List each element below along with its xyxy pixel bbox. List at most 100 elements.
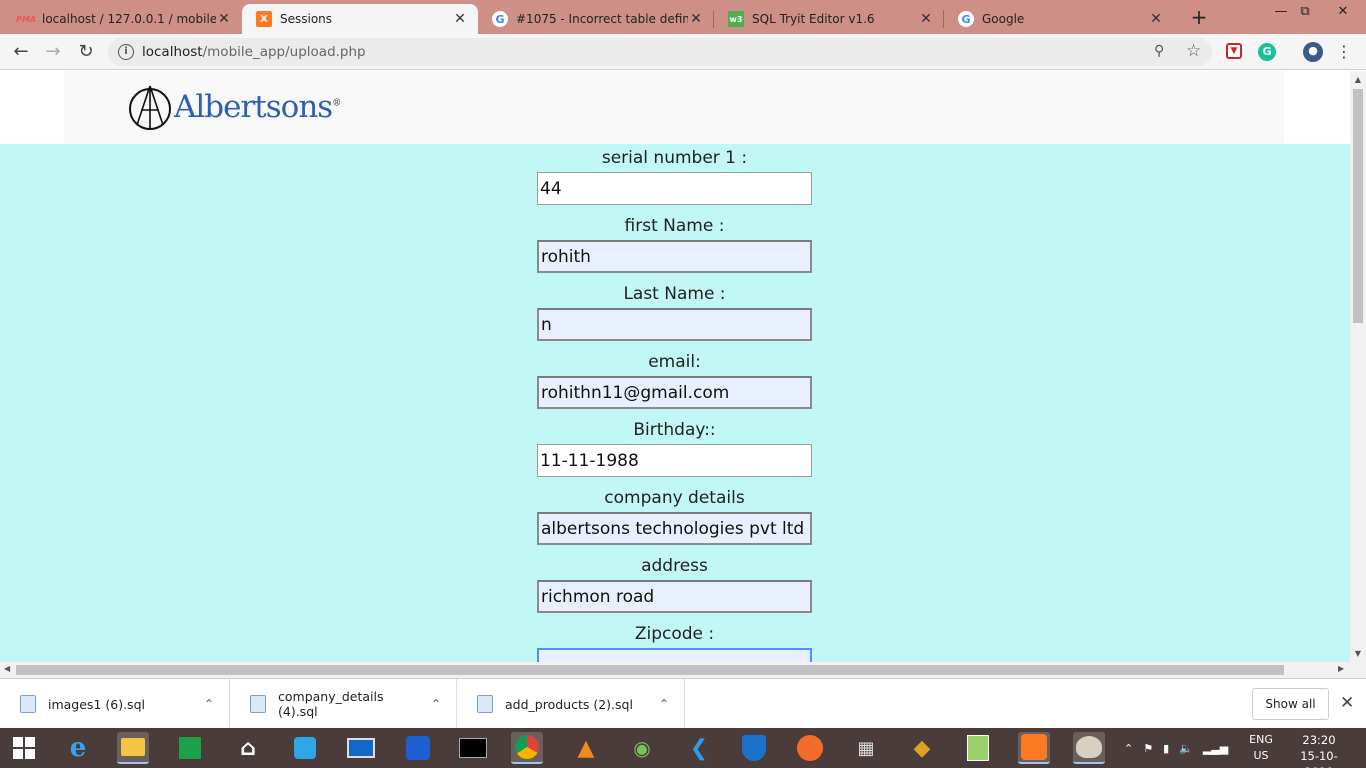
new-tab-button[interactable]: + (1188, 6, 1210, 28)
serial-number-input[interactable] (537, 172, 812, 205)
url-host: localhost (142, 44, 203, 60)
pocket-extension-icon[interactable]: ▼ (1226, 43, 1242, 59)
notepad-plus-icon[interactable] (962, 732, 994, 764)
maxthon-icon[interactable] (402, 732, 434, 764)
flag-icon[interactable]: ⚑ (1143, 742, 1153, 755)
tab-google[interactable]: G Google ✕ (944, 4, 1174, 34)
upload-form: serial number 1 : first Name : Last Name… (537, 144, 812, 662)
internet-explorer-icon[interactable]: e (62, 732, 94, 764)
chevron-up-icon[interactable]: ⌃ (644, 697, 684, 711)
security-shield-icon[interactable] (738, 732, 770, 764)
xampp-taskbar-icon[interactable] (1018, 732, 1050, 764)
chevron-up-icon[interactable]: ⌃ (416, 697, 456, 711)
albertsons-logo: Albertsons® (128, 79, 341, 135)
scroll-up-icon[interactable]: ▲ (1350, 75, 1366, 84)
download-item[interactable]: company_details (4).sql ⌃ (230, 679, 457, 729)
page-header: Albertsons® (0, 71, 1350, 144)
battery-icon[interactable]: ▮ (1163, 742, 1169, 755)
scroll-left-icon[interactable]: ◀ (4, 664, 10, 673)
network-computer-icon[interactable]: ▦ (850, 732, 882, 764)
close-icon[interactable]: ✕ (216, 11, 232, 27)
email-label: email: (648, 352, 701, 372)
birthday-input[interactable] (537, 444, 812, 477)
bookmark-star-icon[interactable]: ☆ (1186, 41, 1201, 61)
address-bar[interactable]: i localhost/mobile_app/upload.php ⚲ ☆ (108, 38, 1212, 66)
forward-icon[interactable]: → (41, 40, 65, 64)
download-filename[interactable]: company_details (4).sql (278, 689, 416, 719)
vlc-icon[interactable]: ▲ (570, 732, 602, 764)
tab-sessions[interactable]: X Sessions ✕ (242, 4, 478, 34)
git-diamond-icon[interactable]: ◆ (906, 732, 938, 764)
url-text[interactable]: localhost/mobile_app/upload.php (142, 44, 366, 60)
tab-title: SQL Tryit Editor v1.6 (752, 12, 875, 26)
close-icon[interactable]: ✕ (688, 11, 704, 27)
window-close-icon[interactable]: ✕ (1320, 0, 1366, 30)
download-filename[interactable]: images1 (6).sql (48, 697, 189, 712)
close-icon[interactable]: ✕ (1148, 11, 1164, 27)
chevron-up-icon[interactable]: ⌃ (189, 697, 229, 711)
last-name-label: Last Name : (623, 284, 726, 304)
tab-incorrect-table[interactable]: G #1075 - Incorrect table definitio ✕ (478, 4, 714, 34)
logo-text: Albertsons® (174, 89, 341, 125)
back-icon[interactable]: ← (9, 40, 33, 64)
tray-expand-icon[interactable]: ⌃ (1124, 742, 1133, 755)
sql-file-icon (250, 695, 266, 713)
tab-strip: PMA localhost / 127.0.0.1 / mobile_ap ✕ … (0, 0, 1366, 34)
header-bar: Albertsons® (64, 71, 1284, 144)
app-store-bag-icon[interactable] (289, 732, 321, 764)
command-prompt-icon[interactable] (457, 732, 489, 764)
close-downloads-icon[interactable]: ✕ (1340, 693, 1354, 713)
company-details-input[interactable] (537, 512, 812, 545)
home-icon[interactable]: ⌂ (232, 732, 264, 764)
horizontal-scroll-thumb[interactable] (16, 665, 1284, 675)
profile-avatar[interactable]: ● (1303, 42, 1323, 62)
download-filename[interactable]: add_products (2).sql (505, 697, 644, 712)
clock-date: 15-10-2019 (1300, 749, 1338, 779)
windows-start-icon[interactable] (8, 732, 40, 764)
tab-sql-tryit[interactable]: w3 SQL Tryit Editor v1.6 ✕ (714, 4, 944, 34)
info-icon[interactable]: i (118, 44, 134, 60)
vertical-scrollbar[interactable]: ▲ ▼ (1350, 71, 1366, 662)
windows-taskbar: e ⌂ ▲ ◉ ❮ ▦ ◆ ⌃ ⚑ ▮ 🔈 ▂▃▅ ENG US 23:20 1… (0, 728, 1366, 779)
registered-mark: ® (332, 98, 341, 109)
grammarly-extension-icon[interactable]: G (1258, 43, 1276, 61)
close-icon[interactable]: ✕ (452, 11, 468, 27)
xampp-icon: X (256, 11, 272, 27)
windows-logo-icon (13, 737, 35, 759)
google-icon: G (492, 11, 508, 27)
logo-wordmark: Albertsons (174, 89, 333, 125)
menu-icon[interactable]: ⋮ (1336, 42, 1352, 61)
language-code: ENG (1249, 733, 1273, 746)
download-item[interactable]: images1 (6).sql ⌃ (0, 679, 230, 729)
close-icon[interactable]: ✕ (918, 11, 934, 27)
android-studio-icon[interactable]: ◉ (626, 732, 658, 764)
tab-phpmyadmin[interactable]: PMA localhost / 127.0.0.1 / mobile_ap ✕ (4, 4, 242, 34)
clock-time: 23:20 (1302, 733, 1336, 747)
taskbar-clock[interactable]: 23:20 15-10-2019 (1288, 732, 1350, 780)
zipcode-input[interactable] (537, 648, 812, 662)
store-icon[interactable] (174, 732, 206, 764)
input-language[interactable]: ENG US (1246, 732, 1276, 764)
file-explorer-icon[interactable] (117, 732, 149, 764)
reload-icon[interactable]: ↻ (74, 40, 98, 64)
email-input[interactable] (537, 376, 812, 409)
volume-muted-icon[interactable]: 🔈 (1179, 742, 1193, 755)
lenovo-icon[interactable] (345, 732, 377, 764)
postman-icon[interactable] (794, 732, 826, 764)
download-item[interactable]: add_products (2).sql ⌃ (457, 679, 685, 729)
scroll-down-icon[interactable]: ▼ (1350, 649, 1366, 658)
scroll-right-icon[interactable]: ▶ (1338, 664, 1344, 673)
paint-icon[interactable] (1073, 732, 1105, 764)
last-name-input[interactable] (537, 308, 812, 341)
vscode-icon[interactable]: ❮ (683, 732, 715, 764)
chrome-icon[interactable] (511, 732, 543, 764)
zoom-icon[interactable]: ⚲ (1154, 43, 1164, 59)
first-name-input[interactable] (537, 240, 812, 273)
show-all-button[interactable]: Show all (1252, 688, 1329, 720)
page-viewport: Albertsons® serial number 1 : first Name… (0, 71, 1350, 662)
vertical-scroll-thumb[interactable] (1353, 89, 1363, 323)
wifi-signal-icon[interactable]: ▂▃▅ (1203, 742, 1228, 755)
horizontal-scrollbar[interactable]: ◀ ▶ (0, 662, 1350, 678)
w3schools-icon: w3 (728, 11, 744, 27)
address-input[interactable] (537, 580, 812, 613)
